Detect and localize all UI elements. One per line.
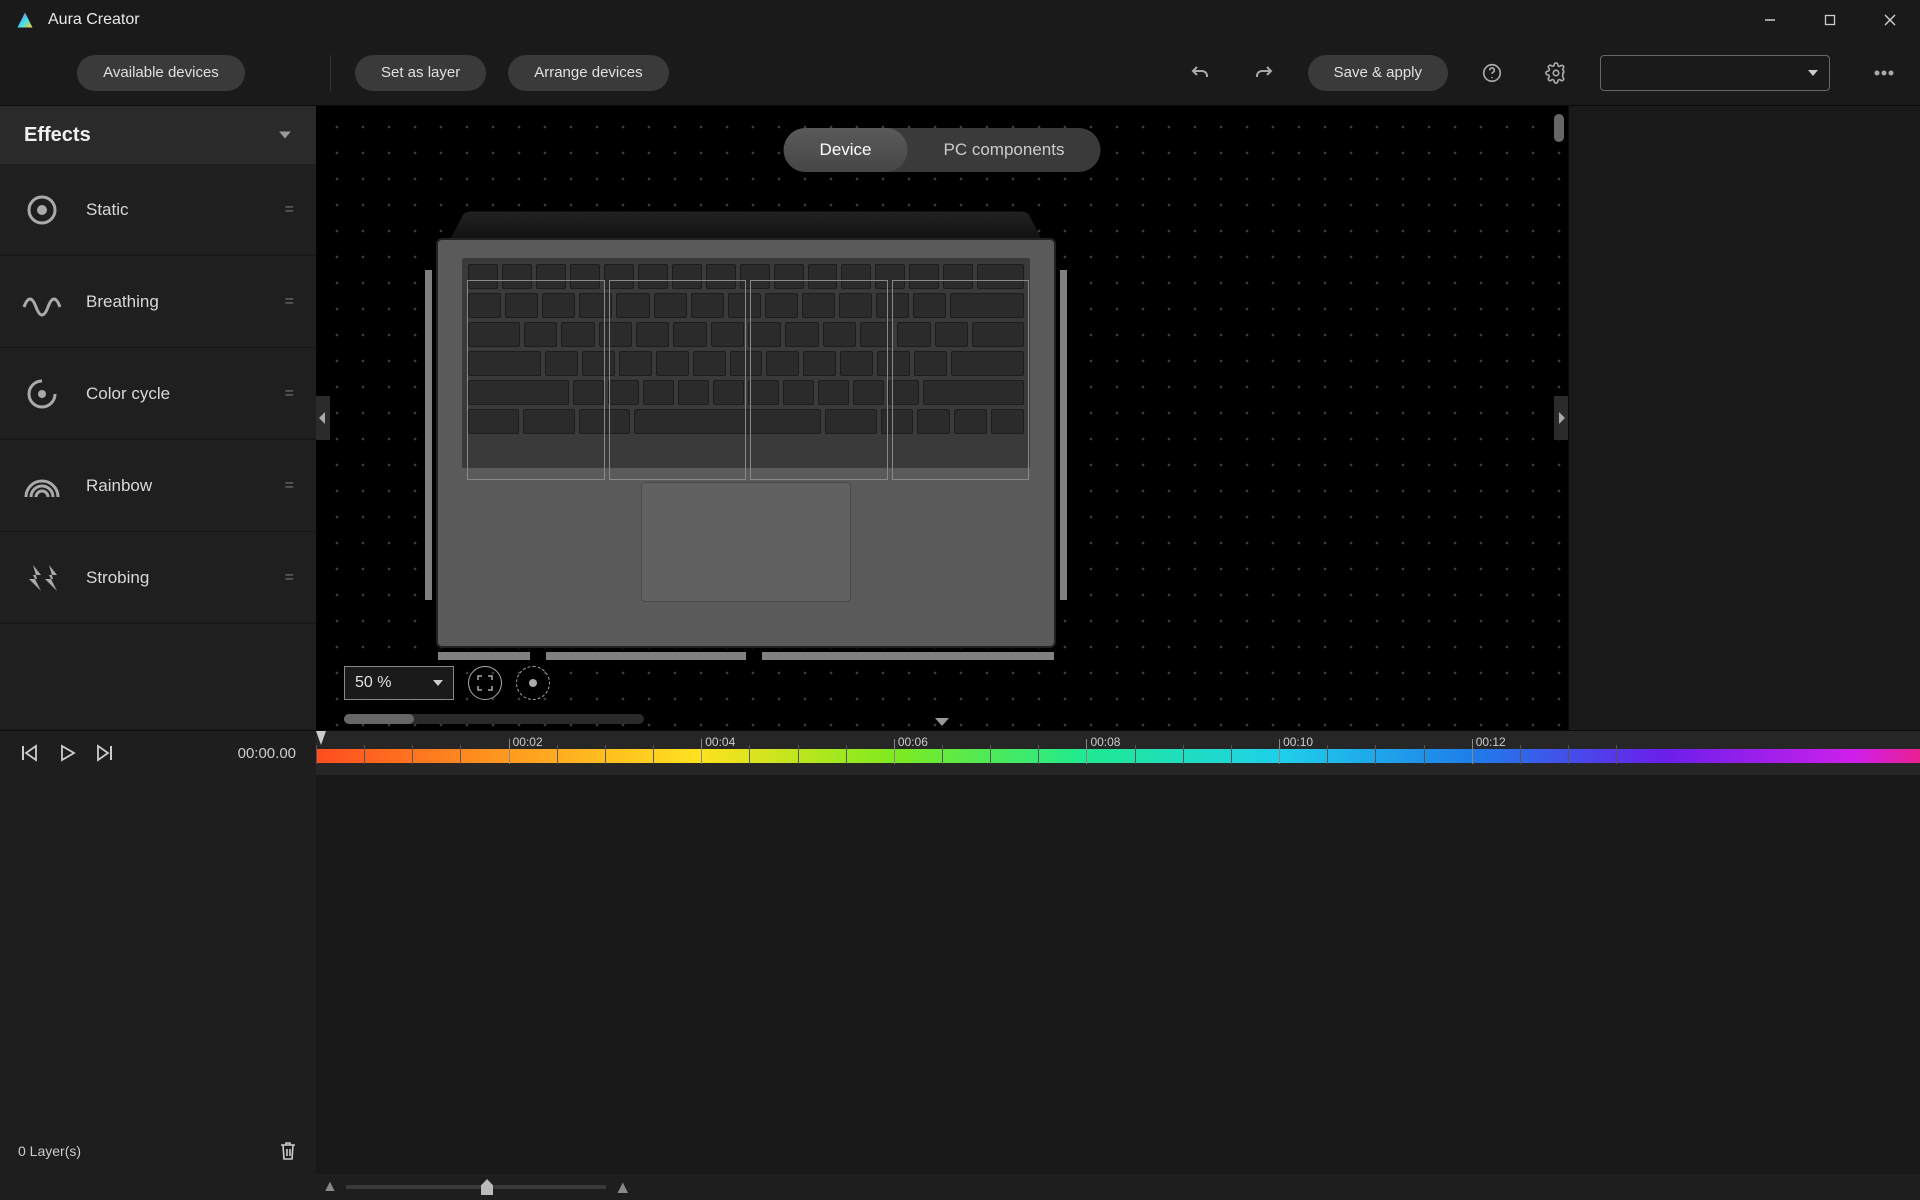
edge-light-bottom-3[interactable]	[762, 652, 962, 660]
canvas-horizontal-scrollbar[interactable]	[344, 714, 644, 724]
canvas-vertical-scrollbar[interactable]	[1554, 114, 1564, 574]
available-devices-button[interactable]: Available devices	[77, 55, 245, 91]
device-keyboard[interactable]	[462, 258, 1030, 468]
effect-item-rainbow[interactable]: Rainbow =	[0, 440, 316, 532]
effect-item-color-cycle[interactable]: Color cycle =	[0, 348, 316, 440]
canvas-zoom-controls: 50 %	[344, 666, 550, 700]
timeline-controls: 00:00.00 00:02 00:04 00:06 00:08 00:10 00:12	[0, 731, 1920, 775]
device-touchpad	[641, 482, 851, 602]
effects-panel: Effects Static = Breathing =	[0, 106, 316, 730]
layers-count: 0 Layer(s)	[18, 1143, 81, 1159]
edge-light-bottom-4[interactable]	[962, 652, 1054, 660]
timeline-layers-column: 0 Layer(s)	[0, 775, 316, 1174]
drag-handle-icon: =	[285, 293, 296, 311]
tab-pc-components[interactable]: PC components	[908, 128, 1101, 172]
skip-end-button[interactable]	[90, 738, 120, 768]
zoom-select[interactable]: 50 %	[344, 666, 454, 700]
device-canvas[interactable]: Device PC components	[316, 106, 1568, 730]
view-tabs: Device PC components	[784, 128, 1101, 172]
strobing-icon	[20, 556, 64, 600]
ruler-tick-label: 00:06	[898, 735, 928, 749]
ruler-tick-label: 00:04	[705, 735, 735, 749]
properties-panel	[1568, 106, 1920, 730]
edge-light-right[interactable]	[1060, 270, 1067, 600]
effect-item-static[interactable]: Static =	[0, 164, 316, 256]
arrange-devices-button[interactable]: Arrange devices	[508, 55, 668, 91]
delete-layer-button[interactable]	[278, 1140, 298, 1162]
color-cycle-icon	[20, 372, 64, 416]
timeline-ruler[interactable]: 00:02 00:04 00:06 00:08 00:10 00:12	[316, 731, 1920, 775]
help-button[interactable]	[1472, 53, 1512, 93]
play-button[interactable]	[52, 738, 82, 768]
static-icon	[20, 188, 64, 232]
main-area: Effects Static = Breathing =	[0, 106, 1920, 730]
effect-label: Strobing	[86, 568, 285, 588]
profile-dropdown[interactable]	[1600, 55, 1830, 91]
canvas-expand-down-button[interactable]	[935, 718, 949, 728]
rainbow-icon	[20, 464, 64, 508]
edge-light-bottom-1[interactable]	[438, 652, 530, 660]
device-base	[436, 238, 1056, 648]
zoom-in-icon: ▲	[614, 1177, 632, 1198]
zoom-value: 50 %	[355, 674, 391, 692]
drag-handle-icon: =	[285, 385, 296, 403]
drag-handle-icon: =	[285, 569, 296, 587]
toolbar: Available devices Set as layer Arrange d…	[0, 40, 1920, 106]
save-apply-button[interactable]: Save & apply	[1308, 55, 1448, 91]
fit-to-screen-button[interactable]	[468, 666, 502, 700]
close-button[interactable]	[1860, 0, 1920, 40]
app-title: Aura Creator	[48, 11, 140, 29]
effect-item-strobing[interactable]: Strobing =	[0, 532, 316, 624]
device-laptop[interactable]	[436, 186, 1056, 626]
window-controls	[1740, 0, 1920, 40]
effects-list: Static = Breathing = Color cycle =	[0, 164, 316, 730]
timeline: 00:00.00 00:0200:0400:0600:0800:1000:12 …	[0, 730, 1920, 1200]
more-button[interactable]	[1864, 53, 1904, 93]
timeline-zoom-knob[interactable]	[481, 1179, 493, 1195]
skip-start-button[interactable]	[14, 738, 44, 768]
ruler-tick-label: 00:08	[1090, 735, 1120, 749]
effect-label: Color cycle	[86, 384, 285, 404]
set-as-layer-button[interactable]: Set as layer	[355, 55, 486, 91]
effect-item-breathing[interactable]: Breathing =	[0, 256, 316, 348]
timeline-zoom-slider[interactable]: ▲ ▲	[0, 1174, 1920, 1200]
effects-title: Effects	[24, 124, 91, 147]
redo-button[interactable]	[1244, 53, 1284, 93]
effect-label: Rainbow	[86, 476, 285, 496]
effect-label: Breathing	[86, 292, 285, 312]
timeline-current-time: 00:00.00	[238, 745, 316, 762]
tab-device[interactable]: Device	[784, 128, 908, 172]
settings-button[interactable]	[1536, 53, 1576, 93]
device-lid	[451, 212, 1041, 238]
chevron-down-icon	[278, 128, 292, 142]
edge-light-left[interactable]	[425, 270, 432, 600]
breathing-icon	[20, 280, 64, 324]
effects-header[interactable]: Effects	[0, 106, 316, 164]
maximize-button[interactable]	[1800, 0, 1860, 40]
titlebar: Aura Creator	[0, 0, 1920, 40]
app-logo	[16, 11, 34, 29]
ruler-tick-label: 00:02	[513, 735, 543, 749]
edge-light-bottom-2[interactable]	[546, 652, 746, 660]
ruler-tick-label: 00:12	[1476, 735, 1506, 749]
collapse-right-button[interactable]	[1554, 396, 1568, 440]
drag-handle-icon: =	[285, 201, 296, 219]
zoom-out-icon: ▲	[322, 1178, 338, 1196]
collapse-left-button[interactable]	[316, 396, 330, 440]
drag-handle-icon: =	[285, 477, 296, 495]
center-target-button[interactable]	[516, 666, 550, 700]
effect-label: Static	[86, 200, 285, 220]
timeline-tracks[interactable]	[316, 775, 1920, 1174]
ruler-tick-label: 00:10	[1283, 735, 1313, 749]
undo-button[interactable]	[1180, 53, 1220, 93]
minimize-button[interactable]	[1740, 0, 1800, 40]
